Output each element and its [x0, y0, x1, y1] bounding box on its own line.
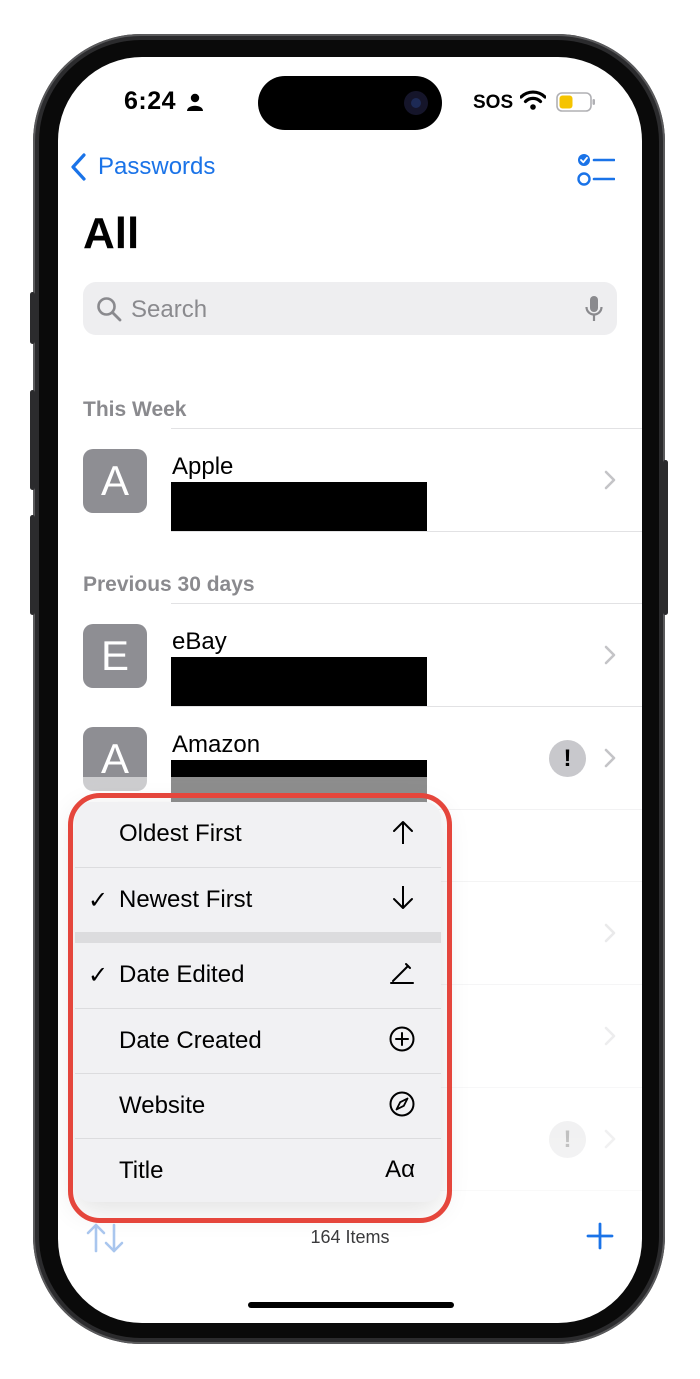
menu-item-title[interactable]: Title Aα — [75, 1139, 441, 1202]
menu-item-label: Website — [119, 1092, 206, 1119]
avatar: A — [83, 449, 147, 513]
pencil-icon — [389, 960, 415, 993]
chevron-right-icon — [604, 470, 616, 495]
sort-menu: Oldest First ✓ Newest First ✓ Date Edite… — [75, 802, 441, 1202]
password-row-ebay[interactable]: E eBay — [58, 604, 642, 707]
camera-icon — [404, 91, 428, 115]
chevron-left-icon — [71, 153, 86, 181]
menu-item-label: Title — [119, 1157, 164, 1184]
menu-item-date-created[interactable]: Date Created — [75, 1009, 441, 1073]
action-button — [30, 292, 35, 344]
arrow-up-icon — [391, 819, 415, 852]
home-indicator[interactable] — [248, 1302, 454, 1308]
row-title: Apple — [172, 453, 234, 480]
back-label: Passwords — [98, 153, 216, 180]
menu-item-label: Oldest First — [119, 820, 242, 847]
power-button — [663, 460, 668, 615]
screen: 6:24 SOS Passwords All Search This Week … — [58, 57, 642, 1323]
avatar: E — [83, 624, 147, 688]
person-icon — [186, 93, 204, 116]
menu-item-label: Newest First — [119, 886, 253, 913]
status-sos: SOS — [473, 92, 514, 113]
filter-list-icon[interactable] — [577, 153, 616, 192]
battery-icon — [556, 92, 596, 117]
status-time: 6:24 — [124, 87, 177, 115]
volume-up-button — [30, 390, 35, 490]
page-title: All — [83, 209, 140, 258]
section-header-previous-30-days: Previous 30 days — [83, 573, 255, 596]
menu-item-date-edited[interactable]: ✓ Date Edited — [75, 943, 441, 1007]
checkmark-icon: ✓ — [88, 887, 109, 914]
plus-circle-icon — [389, 1026, 415, 1059]
menu-group-separator — [75, 932, 441, 943]
menu-item-website[interactable]: Website — [75, 1074, 441, 1138]
search-bar[interactable] — [83, 282, 617, 337]
search-input[interactable] — [129, 282, 573, 337]
text-format-icon: Aα — [385, 1156, 415, 1183]
add-icon[interactable] — [585, 1221, 615, 1256]
chevron-right-icon — [604, 645, 616, 670]
checkmark-icon: ✓ — [88, 962, 109, 989]
row-title: Amazon — [172, 731, 261, 758]
compass-icon — [389, 1091, 415, 1124]
warning-icon[interactable]: ! — [549, 740, 586, 777]
section-header-this-week: This Week — [83, 398, 187, 421]
microphone-icon[interactable] — [585, 295, 603, 328]
dynamic-island — [258, 76, 442, 130]
password-row-apple[interactable]: A Apple — [58, 429, 642, 532]
menu-item-newest-first[interactable]: ✓ Newest First — [75, 868, 441, 932]
menu-item-label: Date Created — [119, 1027, 262, 1054]
menu-item-label: Date Edited — [119, 961, 245, 988]
search-icon — [96, 296, 122, 327]
arrow-down-icon — [391, 885, 415, 918]
redacted-username — [171, 482, 427, 532]
chevron-right-icon — [604, 748, 616, 773]
item-count: 164 Items — [310, 1227, 390, 1247]
divider — [171, 531, 642, 532]
menu-item-oldest-first[interactable]: Oldest First — [75, 802, 441, 866]
volume-down-button — [30, 515, 35, 615]
redacted-username — [171, 657, 427, 707]
back-button[interactable]: Passwords — [70, 153, 215, 181]
wifi-icon — [519, 90, 547, 115]
row-title: eBay — [172, 628, 227, 655]
